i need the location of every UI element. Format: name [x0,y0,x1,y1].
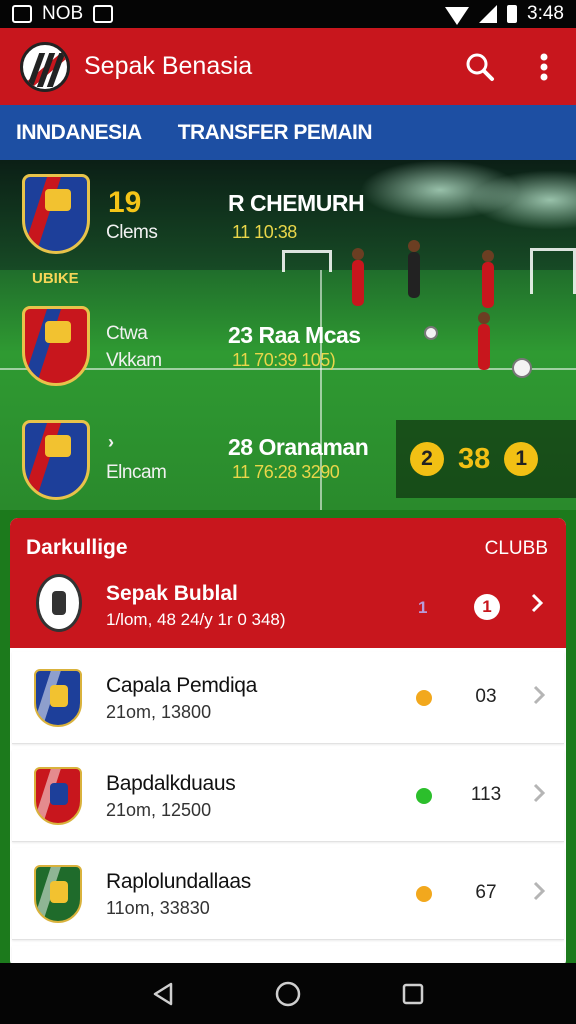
status-dot-icon [416,886,432,902]
featured-club-badge: 1 [474,594,500,620]
club-meta: 11om, 33830 [106,898,210,918]
app-bar: Sepak Benasia [0,28,576,105]
app-logo [20,41,70,92]
player-figure [408,240,420,298]
match-indicator: › [108,432,114,452]
club-crest-icon [34,669,82,727]
status-dot-icon [416,690,432,706]
status-dot-icon [416,788,432,804]
club-value: 67 [475,882,497,903]
tab-transfer[interactable]: TRANSFER PEMAIN [178,121,373,145]
navigation-bar [0,963,576,1024]
live-score-strip: 2 38 1 [396,420,576,498]
club-row[interactable]: Raplolundallaas 11om, 33830 67 [12,848,564,940]
match-time: 11 70:39 105) [232,350,336,370]
wifi-icon [445,7,470,25]
tab-indonesia[interactable]: INNDANESIA [16,121,142,145]
chevron-right-icon[interactable] [532,684,546,711]
live-score: 38 [458,442,491,475]
league-label: UBIKE [32,270,79,287]
club-crest-icon [34,767,82,825]
opponent-name: R CHEMURH [228,190,365,216]
status-left-text: NOB [42,3,84,24]
score-pill: 1 [504,442,539,476]
team-crest-icon [22,306,90,386]
search-icon[interactable] [462,49,498,85]
chevron-right-icon[interactable] [532,880,546,907]
more-vert-icon[interactable] [526,49,562,85]
club-name: Bapdalkduaus [106,772,236,795]
panel-header: Darkullige CLUBB Sepak Bublal 1/lom, 48 … [10,518,566,648]
recents-icon[interactable] [393,974,433,1014]
tab-bar: INNDANESIA TRANSFER PEMAIN [0,105,576,160]
match-score: 19 [108,186,142,219]
featured-club-crest-icon [36,574,82,632]
signal-icon [479,5,498,23]
status-bar: NOB 3:48 [0,0,576,28]
match-row[interactable]: 19 Clems R CHEMURH 11 10:38 [0,166,576,256]
clubs-link[interactable]: CLUBB [485,538,548,560]
back-icon[interactable] [143,974,183,1014]
club-row[interactable]: Bapdalkduaus 21om, 12500 113 [12,750,564,842]
app-title: Sepak Benasia [84,52,253,80]
match-hero[interactable]: 19 Clems R CHEMURH 11 10:38 UBIKE Ctwa V… [0,160,576,510]
match-row[interactable]: Ctwa Vkkam 23 Raa Mcas 11 70:39 105) [0,298,576,388]
club-crest-icon [34,865,82,923]
team-crest-icon [22,420,90,500]
team-name: Elncam [106,462,167,483]
club-name: Capala Pemdiqa [106,674,258,697]
team-crest-icon [22,174,90,254]
opponent-name: 23 Raa Mcas [228,322,361,348]
chevron-right-icon[interactable] [530,592,544,619]
club-meta: 21om, 12500 [106,800,212,820]
notification-icon [12,5,32,23]
match-time: 11 10:38 [232,222,297,242]
image-notification-icon [93,5,114,23]
score-pill: 2 [410,442,444,476]
featured-club-name[interactable]: Sepak Bublal [106,582,238,606]
club-value: 03 [475,686,497,707]
club-meta: 21om, 13800 [106,702,212,722]
team-name: Clems [106,222,158,243]
featured-club-points: 1 [418,598,428,617]
home-icon[interactable] [268,974,308,1014]
club-value: 113 [470,784,502,805]
opponent-name: 28 Oranaman [228,434,369,460]
chevron-right-icon[interactable] [532,782,546,809]
match-time: 11 76:28 3290 [232,462,340,482]
club-panel: Darkullige CLUBB Sepak Bublal 1/lom, 48 … [10,518,566,968]
team-name: Ctwa Vkkam [106,323,162,371]
club-row[interactable]: Capala Pemdiqa 21om, 13800 03 [12,652,564,744]
status-time: 3:48 [527,3,564,24]
panel-title: Darkullige [26,536,128,559]
battery-icon [507,5,518,23]
club-name: Raplolundallaas [106,870,251,893]
featured-club-meta: 1/lom, 48 24/y 1r 0 348) [106,610,286,629]
